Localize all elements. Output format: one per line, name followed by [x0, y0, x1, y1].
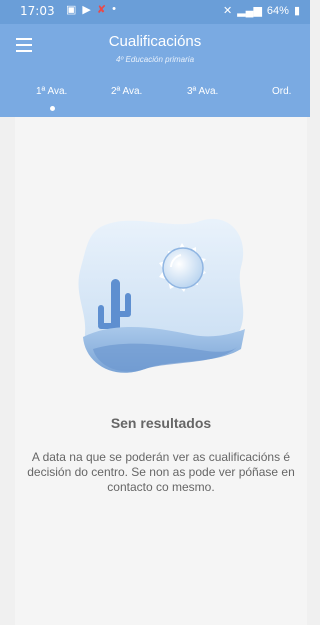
empty-state-title: Sen resultados: [110, 415, 212, 431]
status-time: 17:03: [20, 4, 55, 18]
notification-icons: ▣ ▶ ✘ •: [66, 3, 116, 16]
tab-2nd-evaluation[interactable]: 2ª Ava.: [111, 86, 142, 97]
system-icons: ✕ ▂▄▆ 64% ▮: [222, 4, 300, 18]
status-bar: 17:03 ▣ ▶ ✘ • ✕ ▂▄▆ 64% ▮: [0, 0, 310, 24]
battery-level: 64%: [266, 4, 289, 17]
page-title: Cualificacións: [108, 33, 202, 50]
tab-3rd-evaluation[interactable]: 3ª Ava.: [187, 86, 218, 97]
mute-icon: ✕: [222, 5, 233, 17]
page-subtitle: 4º Educación primaria: [115, 55, 195, 64]
dot-icon: •: [112, 3, 116, 15]
evaluation-tabs: 1ª Ava. 2ª Ava. 3ª Ava. Ord.: [0, 70, 310, 117]
active-tab-indicator: [50, 106, 55, 111]
missed-call-icon: ✘: [96, 4, 107, 16]
gallery-icon: ▣: [66, 4, 77, 16]
play-icon: ▶: [82, 4, 91, 16]
empty-state-message: A data na que se poderán ver as cualific…: [27, 450, 295, 494]
tab-ordinary[interactable]: Ord.: [272, 86, 291, 97]
app-bar: Cualificacións 4º Educación primaria: [0, 24, 310, 70]
battery-icon: ▮: [293, 5, 300, 17]
tab-1st-evaluation[interactable]: 1ª Ava.: [36, 86, 67, 97]
desert-illustration: [78, 218, 245, 373]
signal-icon: ▂▄▆: [237, 5, 262, 17]
empty-state-panel: Sen resultados A data na que se poderán …: [15, 117, 307, 625]
